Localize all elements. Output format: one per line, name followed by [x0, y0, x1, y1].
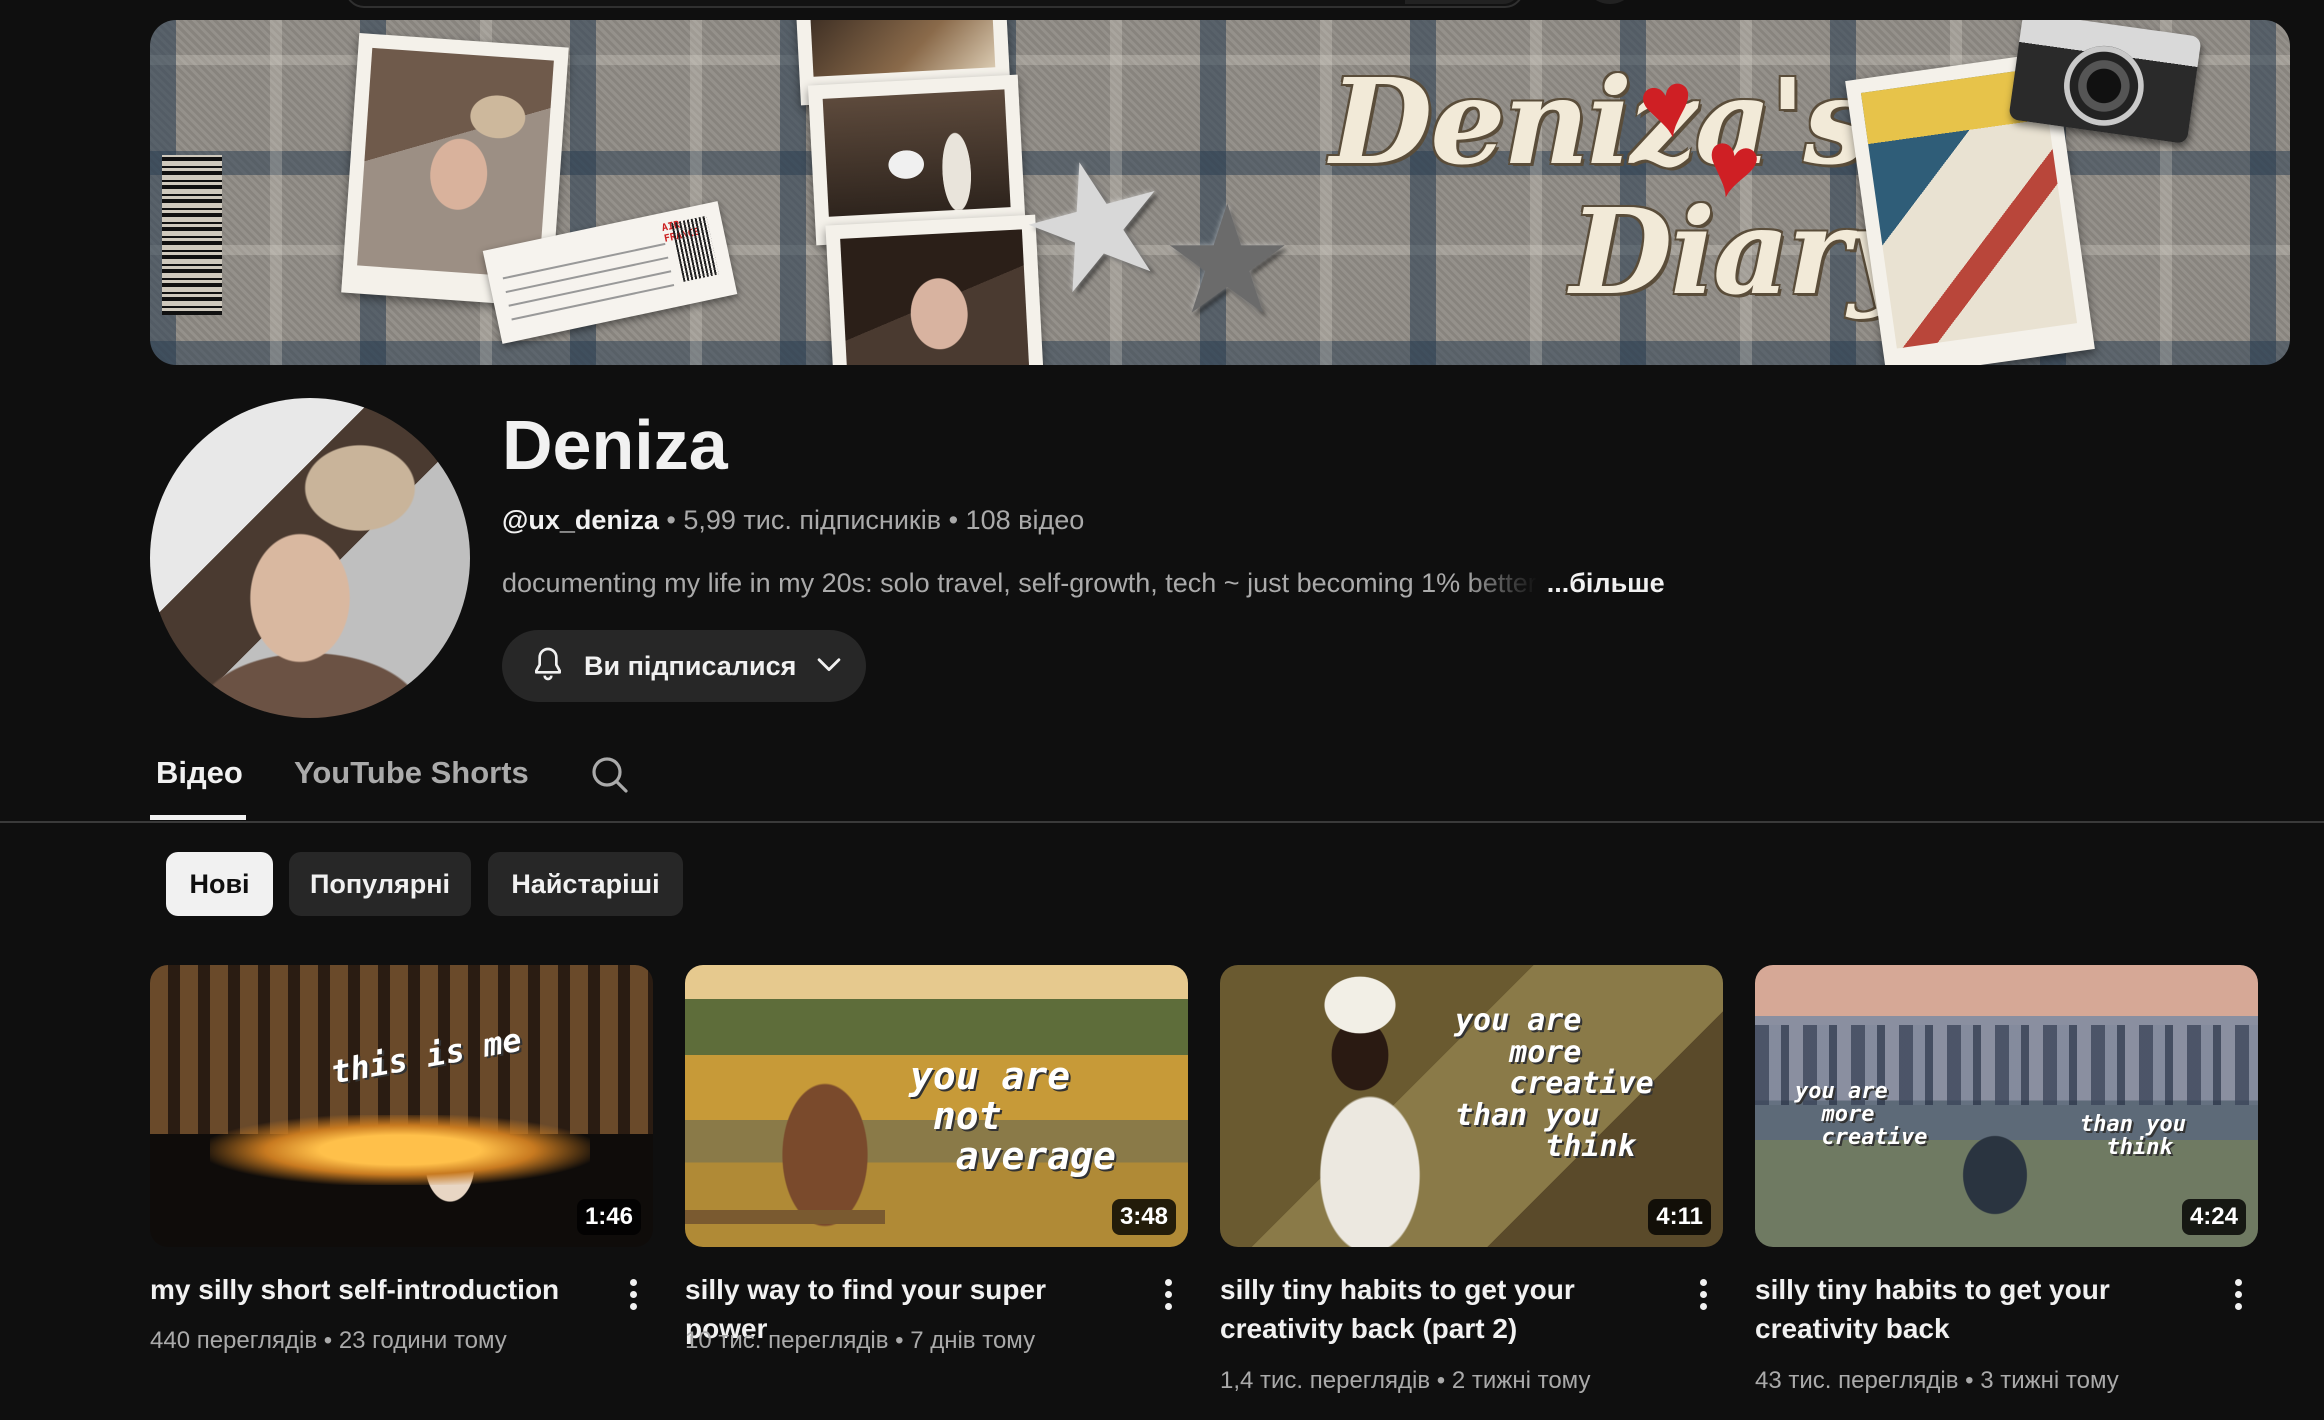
subscribed-button-label: Ви підписалися — [584, 650, 797, 681]
channel-name: Deniza — [502, 406, 728, 484]
search-icon[interactable] — [586, 751, 634, 804]
video-meta: 43 тис. переглядів • 3 тижні тому — [1755, 1367, 2119, 1395]
video-card[interactable]: you are not average 3:48 silly way to fi… — [685, 965, 1188, 1354]
masthead-search-input[interactable] — [345, 0, 1524, 8]
video-duration: 4:24 — [2181, 1199, 2246, 1235]
bell-icon — [528, 644, 568, 689]
top-bar — [0, 0, 2324, 10]
video-title[interactable]: silly tiny habits to get your creativity… — [1755, 1270, 2195, 1348]
subscriber-count: 5,99 тис. підписників — [683, 505, 942, 535]
video-duration: 1:46 — [576, 1199, 641, 1235]
video-thumbnail[interactable]: you are more creative than you think 4:2… — [1755, 965, 2258, 1247]
video-meta: 1,4 тис. переглядів • 2 тижні тому — [1220, 1367, 1590, 1395]
video-duration: 4:11 — [1648, 1199, 1711, 1235]
sort-chip-oldest[interactable]: Найстаріші — [488, 852, 683, 916]
sort-chip-newest[interactable]: Нові — [166, 852, 273, 916]
video-duration: 3:48 — [1111, 1199, 1176, 1235]
active-tab-indicator — [150, 815, 246, 820]
video-age: 2 тижні тому — [1451, 1367, 1591, 1394]
meta-separator: • — [941, 505, 966, 535]
video-views: 10 тис. переглядів — [685, 1327, 889, 1354]
channel-avatar[interactable] — [150, 398, 470, 718]
more-options-icon[interactable] — [1691, 1275, 1715, 1315]
meta-separator: • — [888, 1327, 911, 1354]
channel-page: AIR FRANCE ★ ★ Deniza's Diary ♥ ♥ — [0, 0, 2324, 1420]
video-card[interactable]: you are more creative than you think 4:2… — [1755, 965, 2258, 1394]
chevron-down-icon — [812, 647, 846, 686]
video-thumbnail[interactable]: you are not average 3:48 — [685, 965, 1188, 1247]
description-more-link[interactable]: ...більше — [1547, 568, 1665, 598]
video-thumbnail[interactable]: you are more creative than you think 4:1… — [1220, 965, 1723, 1247]
video-thumbnail[interactable]: this is me 1:46 — [150, 965, 653, 1247]
meta-separator: • — [317, 1327, 339, 1354]
tab-videos[interactable]: Відео — [156, 755, 243, 791]
video-meta: 10 тис. переглядів • 7 днів тому — [685, 1327, 1035, 1355]
subscribed-button[interactable]: Ви підписалися — [502, 630, 866, 702]
thumbnail-overlay-text: this is me — [328, 1020, 525, 1092]
barcode-sticker — [162, 155, 222, 315]
channel-description[interactable]: documenting my life in my 20s: solo trav… — [502, 568, 1665, 599]
masthead-search-button[interactable] — [1405, 0, 1520, 4]
channel-tabs: Відео YouTube Shorts — [0, 745, 2324, 823]
more-options-icon[interactable] — [621, 1275, 645, 1315]
video-age: 3 тижні тому — [1980, 1367, 2119, 1394]
video-views: 440 переглядів — [150, 1327, 318, 1354]
thumbnail-overlay-text: you are more creative than you think — [1455, 1003, 1654, 1164]
more-options-icon[interactable] — [1156, 1275, 1180, 1315]
more-options-icon[interactable] — [2226, 1275, 2250, 1315]
video-card[interactable]: this is me 1:46 my silly short self-intr… — [150, 965, 653, 1354]
thumbnail-overlay-text: than you think — [2080, 1112, 2186, 1161]
voice-search-button[interactable] — [1583, 0, 1637, 4]
video-age: 23 години тому — [338, 1327, 507, 1354]
tab-youtube-shorts[interactable]: YouTube Shorts — [294, 755, 529, 791]
sort-chip-popular[interactable]: Популярні — [289, 852, 471, 916]
video-title[interactable]: silly tiny habits to get your creativity… — [1220, 1270, 1660, 1348]
channel-meta: @ux_deniza • 5,99 тис. підписників • 108… — [502, 505, 1084, 536]
thumbnail-overlay-text: you are more creative — [1795, 1079, 1928, 1151]
video-meta: 440 переглядів • 23 години тому — [150, 1327, 507, 1355]
meta-separator: • — [1958, 1367, 1981, 1394]
channel-description-text: documenting my life in my 20s: solo trav… — [502, 568, 1537, 598]
channel-handle: @ux_deniza — [502, 505, 659, 535]
video-title[interactable]: my silly short self-introduction — [150, 1270, 590, 1309]
video-card[interactable]: you are more creative than you think 4:1… — [1220, 965, 1723, 1394]
channel-banner: AIR FRANCE ★ ★ Deniza's Diary ♥ ♥ — [150, 20, 2290, 365]
meta-separator: • — [1430, 1367, 1452, 1394]
video-views: 1,4 тис. переглядів — [1220, 1367, 1431, 1394]
video-count: 108 відео — [965, 505, 1085, 535]
banner-photo-portrait — [825, 214, 1045, 365]
banner-title-line1: Deniza's — [1330, 52, 1870, 191]
video-views: 43 тис. переглядів — [1755, 1367, 1959, 1394]
meta-separator: • — [658, 505, 684, 535]
thumbnail-overlay-text: you are not average — [910, 1054, 1116, 1178]
video-age: 7 днів тому — [910, 1327, 1036, 1354]
